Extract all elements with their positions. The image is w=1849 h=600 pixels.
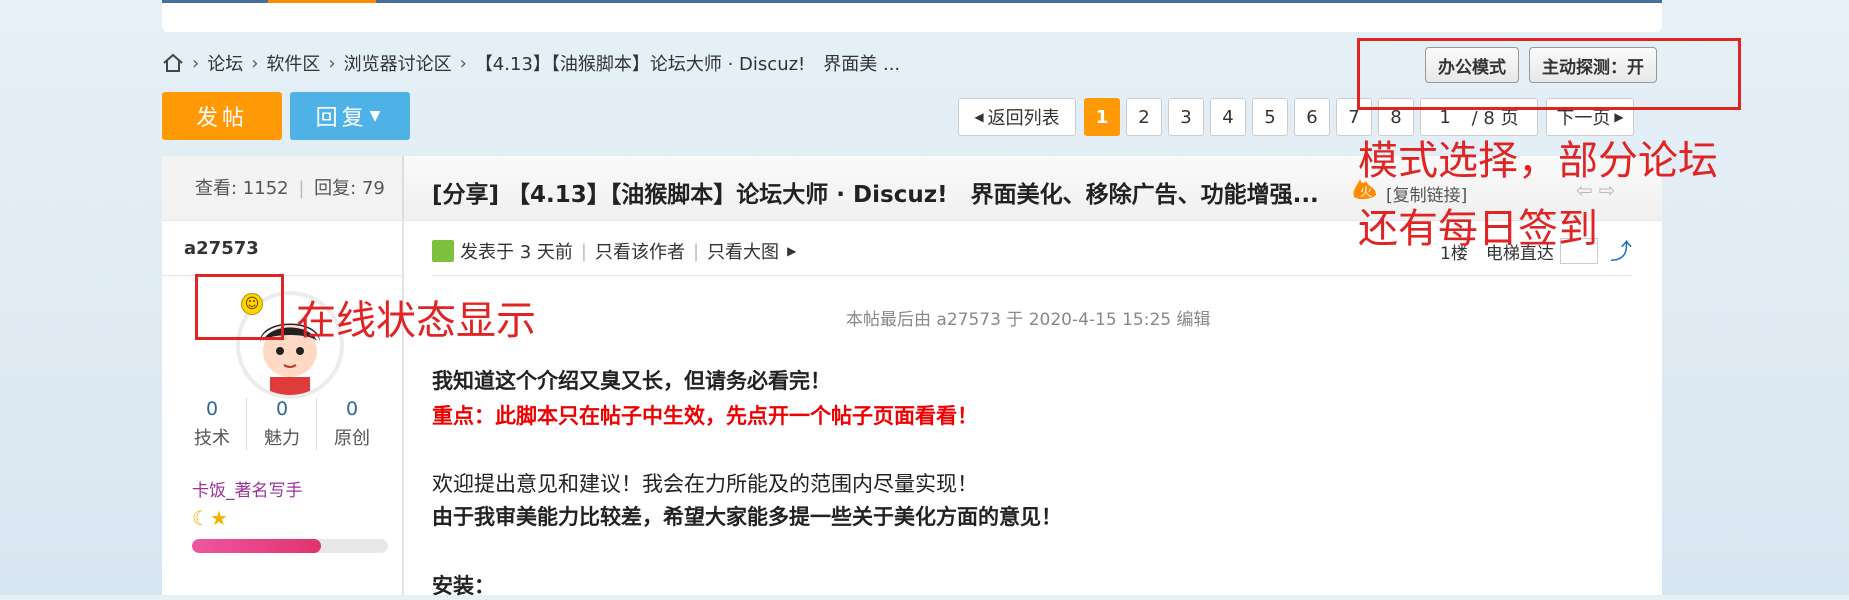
breadcrumb: › 论坛 › 软件区 › 浏览器讨论区 › 【4.13】【油猴脚本】论坛大师 ·… bbox=[162, 50, 900, 76]
divider bbox=[432, 275, 1632, 276]
top-strip bbox=[162, 0, 1662, 32]
back-to-list-button[interactable]: ◀ 返回列表 bbox=[958, 98, 1076, 136]
breadcrumb-thread[interactable]: 【4.13】【油猴脚本】论坛大师 · Discuz! 界面美 ... bbox=[475, 50, 900, 76]
page-2[interactable]: 2 bbox=[1126, 98, 1162, 136]
post-line-1: 我知道这个介绍又臭又长，但请务必看完！ bbox=[432, 369, 831, 393]
rank-stars: ☾★ bbox=[192, 506, 228, 530]
rank-progress-fill bbox=[192, 539, 322, 553]
edit-note: 本帖最后由 a27573 于 2020-4-15 15:25 编辑 bbox=[846, 310, 1211, 330]
star-icon: ★ bbox=[209, 506, 228, 530]
page-6[interactable]: 6 bbox=[1294, 98, 1330, 136]
caret-down-icon: ▼ bbox=[369, 108, 385, 124]
divider bbox=[316, 398, 317, 450]
author-username[interactable]: a27573 bbox=[184, 238, 259, 259]
chevron-right-icon: › bbox=[192, 52, 200, 74]
thread-title: [分享] 【4.13】【油猴脚本】论坛大师 · Discuz! 界面美化、移除广… bbox=[432, 182, 1319, 208]
triangle-left-icon: ◀ bbox=[974, 110, 984, 124]
page-4[interactable]: 4 bbox=[1210, 98, 1246, 136]
view-count: 查看: 1152 bbox=[195, 178, 289, 199]
triangle-right-icon: ▶ bbox=[787, 244, 797, 258]
stat-original-value: 0 bbox=[345, 398, 359, 420]
chevron-right-icon: › bbox=[328, 52, 336, 74]
only-big-pic-link[interactable]: 只看大图 bbox=[707, 238, 779, 264]
moon-icon: ☾ bbox=[192, 506, 210, 530]
stat-original-label: 原创 bbox=[334, 428, 370, 449]
stat-tech-label: 技术 bbox=[194, 428, 230, 449]
stat-charm[interactable]: 0 魅力 bbox=[252, 398, 312, 450]
stat-original[interactable]: 0 原创 bbox=[322, 398, 382, 450]
post-meta: 发表于 3 天前 | 只看该作者 | 只看大图 ▶ bbox=[432, 238, 796, 264]
mode-annotation-box bbox=[1357, 38, 1741, 110]
stat-charm-value: 0 bbox=[275, 398, 289, 420]
chevron-right-icon: › bbox=[459, 52, 467, 74]
only-author-link[interactable]: 只看该作者 bbox=[595, 238, 685, 264]
breadcrumb-forum[interactable]: 论坛 bbox=[207, 50, 243, 76]
page-3[interactable]: 3 bbox=[1168, 98, 1204, 136]
page-5[interactable]: 5 bbox=[1252, 98, 1288, 136]
post-line-3: 欢迎提出意见和建议！我会在力所能及的范围内尽量实现！ bbox=[432, 472, 978, 496]
post-line-2: 重点：此脚本只在帖子中生效，先点开一个帖子页面看看！ bbox=[432, 404, 978, 428]
escalator-icon[interactable]: ⤴ bbox=[1610, 234, 1632, 266]
back-to-list-label: 返回列表 bbox=[987, 108, 1060, 129]
posted-time: 发表于 3 天前 bbox=[460, 242, 573, 263]
post-line-5: 安装： bbox=[432, 574, 495, 598]
chevron-right-icon: › bbox=[251, 52, 259, 74]
divider bbox=[246, 398, 247, 450]
rank-progress-bar bbox=[192, 539, 388, 553]
mode-annotation-text-1: 模式选择，部分论坛 bbox=[1358, 138, 1718, 184]
page-1[interactable]: 1 bbox=[1084, 98, 1120, 136]
breadcrumb-browser[interactable]: 浏览器讨论区 bbox=[344, 50, 452, 76]
user-icon bbox=[432, 240, 454, 262]
stat-charm-label: 魅力 bbox=[264, 428, 300, 449]
top-accent bbox=[268, 0, 376, 3]
new-post-label: 发帖 bbox=[195, 106, 248, 131]
home-icon[interactable] bbox=[162, 52, 184, 74]
breadcrumb-software[interactable]: 软件区 bbox=[266, 50, 320, 76]
stat-tech-value: 0 bbox=[205, 398, 219, 420]
mode-annotation-text-2: 还有每日签到 bbox=[1358, 206, 1598, 252]
stat-tech[interactable]: 0 技术 bbox=[182, 398, 242, 450]
reply-label: 回复 bbox=[315, 106, 368, 131]
online-annotation-text: 在线状态显示 bbox=[296, 298, 536, 344]
post-line-4: 由于我审美能力比较差，希望大家能多提一些关于美化方面的意见！ bbox=[432, 505, 1062, 529]
reply-count: 回复: 79 bbox=[314, 178, 385, 199]
triangle-right-icon: ▶ bbox=[1614, 110, 1624, 124]
online-annotation-box bbox=[195, 274, 284, 340]
thread-stats: 查看: 1152 | 回复: 79 bbox=[195, 178, 385, 199]
reply-button[interactable]: 回复 ▼ bbox=[290, 92, 410, 140]
user-rank[interactable]: 卡饭_著名写手 bbox=[192, 476, 303, 501]
new-post-button[interactable]: 发帖 bbox=[162, 92, 282, 140]
